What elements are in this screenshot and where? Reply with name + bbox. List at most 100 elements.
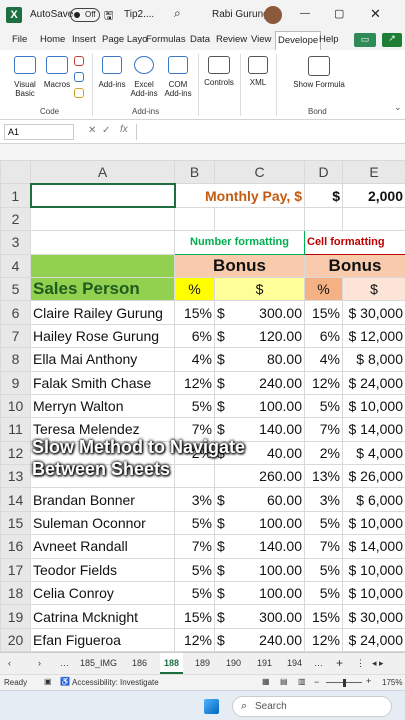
normal-view-icon[interactable]: ▦ [262, 677, 270, 686]
bonus-header-number[interactable]: Bonus [174, 253, 305, 278]
bonus-percent-cell-format[interactable]: 15% [304, 604, 343, 629]
bonus-percent-cell-format[interactable]: 6% [304, 323, 343, 349]
bonus-percent[interactable]: 5% [174, 581, 215, 606]
bonus-dollar-cell-format[interactable]: $ 12,000 [342, 323, 405, 349]
bonus-percent-cell-format[interactable]: 5% [304, 557, 343, 583]
row-header[interactable]: 18 [0, 581, 31, 606]
row-header[interactable]: 15 [0, 510, 31, 536]
bonus-percent[interactable]: 5% [174, 557, 215, 583]
xml-button[interactable]: XML [244, 78, 272, 87]
cell[interactable] [30, 230, 175, 255]
bonus-percent[interactable]: 5% [174, 393, 215, 419]
row-header[interactable]: 4 [0, 253, 31, 278]
macro-record-icon[interactable]: ▣ [44, 677, 52, 686]
row-header[interactable]: 2 [0, 206, 31, 232]
bonus-dollar-cell-format[interactable]: $ 30,000 [342, 604, 405, 629]
row-header[interactable]: 7 [0, 323, 31, 349]
percent-header-number[interactable]: % [174, 276, 215, 302]
row-header[interactable]: 5 [0, 276, 31, 302]
tab-page-layout[interactable]: Page Layo [102, 34, 147, 45]
bonus-dollar[interactable]: $100.00 [214, 581, 305, 606]
cell-formatting-label[interactable]: Cell formatting [304, 230, 405, 255]
bonus-dollar-cell-format[interactable]: $ 6,000 [342, 487, 405, 512]
sales-person-header[interactable]: Sales Person [30, 276, 175, 302]
bonus-dollar-cell-format[interactable]: $ 10,000 [342, 581, 405, 606]
more-sheets-left-icon[interactable]: … [60, 658, 69, 668]
bonus-percent[interactable]: 6% [174, 323, 215, 349]
row-header[interactable]: 3 [0, 230, 31, 255]
cell[interactable] [30, 206, 175, 232]
column-header-e[interactable]: E [342, 159, 405, 185]
bonus-percent[interactable]: 15% [174, 300, 215, 325]
select-all-corner[interactable] [0, 159, 31, 185]
bonus-percent-cell-format[interactable]: 7% [304, 534, 343, 559]
cell[interactable] [304, 206, 343, 232]
row-header[interactable]: 1 [0, 183, 31, 208]
row-header[interactable]: 16 [0, 534, 31, 559]
tab-data[interactable]: Data [190, 34, 210, 45]
bonus-percent-cell-format[interactable]: 4% [304, 347, 343, 372]
row-header[interactable]: 12 [0, 440, 31, 466]
bonus-dollar[interactable]: $240.00 [214, 370, 305, 395]
fx-icon[interactable]: fx [120, 124, 128, 135]
bonus-dollar-cell-format[interactable]: $ 10,000 [342, 510, 405, 536]
bonus-dollar-cell-format[interactable]: $ 26,000 [342, 464, 405, 489]
share-icon[interactable]: ↗ [382, 33, 402, 47]
bonus-dollar[interactable]: $100.00 [214, 510, 305, 536]
bonus-percent-cell-format[interactable]: 12% [304, 370, 343, 395]
bonus-dollar[interactable]: $100.00 [214, 393, 305, 419]
sheet-tab-191[interactable]: 191 [257, 658, 272, 668]
bonus-dollar-cell-format[interactable]: $ 14,000 [342, 534, 405, 559]
bonus-percent-cell-format[interactable]: 12% [304, 627, 343, 653]
sales-person-name[interactable]: Claire Railey Gurung [30, 300, 175, 325]
bonus-percent[interactable]: 12% [174, 627, 215, 653]
cell[interactable] [214, 206, 305, 232]
cancel-icon[interactable]: ✕ [88, 125, 96, 136]
bonus-dollar-cell-format[interactable]: $ 8,000 [342, 347, 405, 372]
column-header-c[interactable]: C [214, 159, 305, 185]
close-icon[interactable]: ✕ [370, 6, 381, 22]
tab-view[interactable]: View [251, 34, 271, 45]
tab-formulas[interactable]: Formulas [146, 34, 186, 45]
cell[interactable] [342, 206, 405, 232]
bonus-dollar-cell-format[interactable]: $ 14,000 [342, 417, 405, 442]
row-header[interactable]: 20 [0, 627, 31, 653]
macro-security-icon[interactable] [74, 88, 84, 98]
bonus-percent-cell-format[interactable]: 5% [304, 510, 343, 536]
spreadsheet-grid[interactable]: A B C D E 1 Monthly Pay, $ $ 2,000 2 3 N… [0, 159, 405, 653]
name-box[interactable]: A1 [4, 124, 74, 140]
tab-home[interactable]: Home [40, 34, 65, 45]
row-header[interactable]: 11 [0, 417, 31, 442]
relative-ref-icon[interactable] [74, 72, 84, 82]
sheet-tab-194[interactable]: 194 [287, 658, 302, 668]
bonus-percent-cell-format[interactable]: 3% [304, 487, 343, 512]
sheet-tab-188-active[interactable]: 188 [160, 653, 184, 674]
bonus-percent[interactable]: 12% [174, 370, 215, 395]
dollar-header-number[interactable]: $ [214, 276, 305, 302]
show-formula-button[interactable]: Show Formula [282, 80, 356, 89]
monthly-pay-label[interactable]: Monthly Pay, $ [174, 183, 305, 208]
sales-person-name[interactable]: Efan Figueroa [30, 627, 175, 653]
zoom-in-icon[interactable]: + [366, 676, 371, 686]
bonus-dollar-cell-format[interactable]: $ 10,000 [342, 557, 405, 583]
sales-person-name[interactable]: Catrina Mcknight [30, 604, 175, 629]
row-header[interactable]: 17 [0, 557, 31, 583]
bonus-percent[interactable]: 4% [174, 347, 215, 372]
row-header[interactable]: 19 [0, 604, 31, 629]
bonus-percent-cell-format[interactable]: 5% [304, 393, 343, 419]
number-formatting-label[interactable]: Number formatting [174, 230, 305, 255]
tab-help[interactable]: Help [319, 34, 339, 45]
row-header[interactable]: 13 [0, 464, 31, 489]
sales-person-name[interactable]: Hailey Rose Gurung [30, 323, 175, 349]
bonus-percent-cell-format[interactable]: 7% [304, 417, 343, 442]
comments-icon[interactable]: ▭ [354, 33, 376, 47]
sales-person-name[interactable]: Suleman Oconnor [30, 510, 175, 536]
dollar-header-cell[interactable]: $ [342, 276, 405, 302]
cell[interactable] [30, 253, 175, 278]
sales-person-name[interactable]: Falak Smith Chase [30, 370, 175, 395]
bonus-percent[interactable]: 7% [174, 534, 215, 559]
column-header-a[interactable]: A [30, 159, 175, 185]
macros-button[interactable]: Macros [40, 80, 74, 89]
zoom-slider-thumb[interactable] [343, 679, 346, 687]
column-header-b[interactable]: B [174, 159, 215, 185]
